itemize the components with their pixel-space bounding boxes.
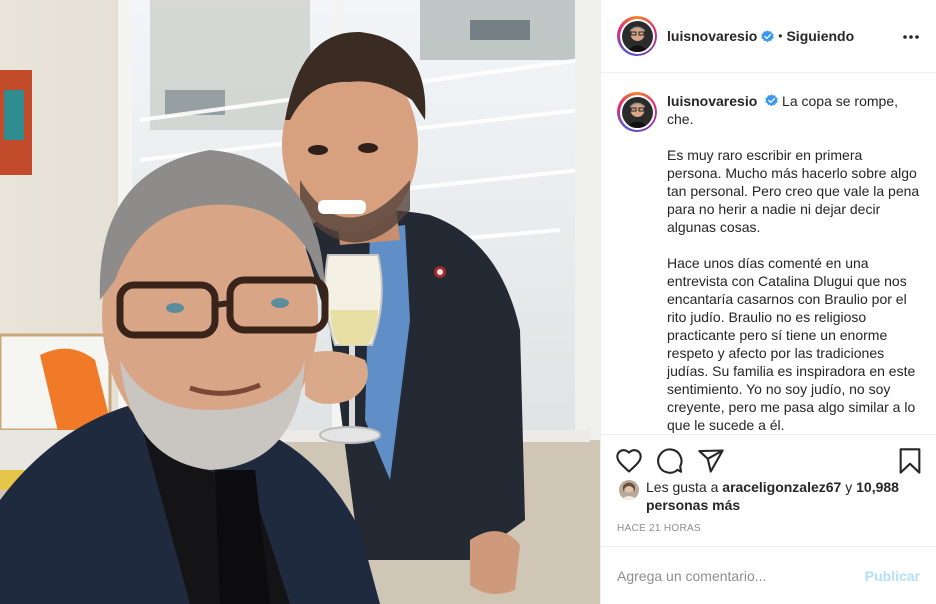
more-options-icon[interactable] bbox=[902, 28, 920, 46]
following-button[interactable]: Siguiendo bbox=[786, 28, 854, 44]
avatar-image bbox=[621, 20, 653, 52]
caption-scroll-area[interactable]: luisnovaresio La copa se rompe, che. Es … bbox=[601, 74, 936, 434]
verified-badge-icon bbox=[761, 29, 774, 42]
caption-paragraph: Es muy raro escribir en primera persona.… bbox=[667, 147, 920, 235]
separator-dot: • bbox=[778, 29, 783, 43]
post-photo[interactable] bbox=[0, 0, 600, 604]
post-header: luisnovaresio • Siguiendo bbox=[601, 0, 936, 73]
comment-input[interactable] bbox=[617, 567, 865, 584]
publish-button[interactable]: Publicar bbox=[865, 568, 920, 584]
heart-icon[interactable] bbox=[615, 447, 643, 475]
likes-summary: Les gusta a araceligonzalez67 y 10,988 p… bbox=[617, 478, 920, 514]
liker-avatar[interactable] bbox=[619, 480, 639, 500]
post-sidebar: luisnovaresio • Siguiendo luisnovaresio … bbox=[600, 0, 936, 604]
header-username[interactable]: luisnovaresio bbox=[667, 28, 757, 44]
caption-avatar-image bbox=[621, 96, 653, 128]
caption-lead-line: luisnovaresio La copa se rompe, che. bbox=[667, 92, 920, 128]
selfie-photo bbox=[0, 0, 600, 604]
share-icon[interactable] bbox=[697, 447, 725, 475]
avatar[interactable] bbox=[617, 16, 657, 56]
caption-text: luisnovaresio La copa se rompe, che. Es … bbox=[667, 92, 920, 434]
caption-row: luisnovaresio La copa se rompe, che. Es … bbox=[617, 92, 920, 434]
post-timestamp[interactable]: Hace 21 horas bbox=[617, 523, 701, 534]
caption-avatar[interactable] bbox=[617, 92, 657, 132]
verified-badge-icon bbox=[765, 94, 778, 107]
caption-username[interactable]: luisnovaresio bbox=[667, 93, 757, 109]
comment-bar: Publicar bbox=[601, 546, 936, 604]
likes-prefix: Les gusta a bbox=[646, 479, 719, 495]
comment-icon[interactable] bbox=[656, 447, 684, 475]
caption-paragraph: Hace unos días comenté en una entrevista… bbox=[667, 255, 916, 433]
bookmark-icon[interactable] bbox=[896, 447, 924, 475]
likes-connector: y bbox=[845, 479, 853, 495]
liker-username[interactable]: araceligonzalez67 bbox=[722, 479, 841, 495]
